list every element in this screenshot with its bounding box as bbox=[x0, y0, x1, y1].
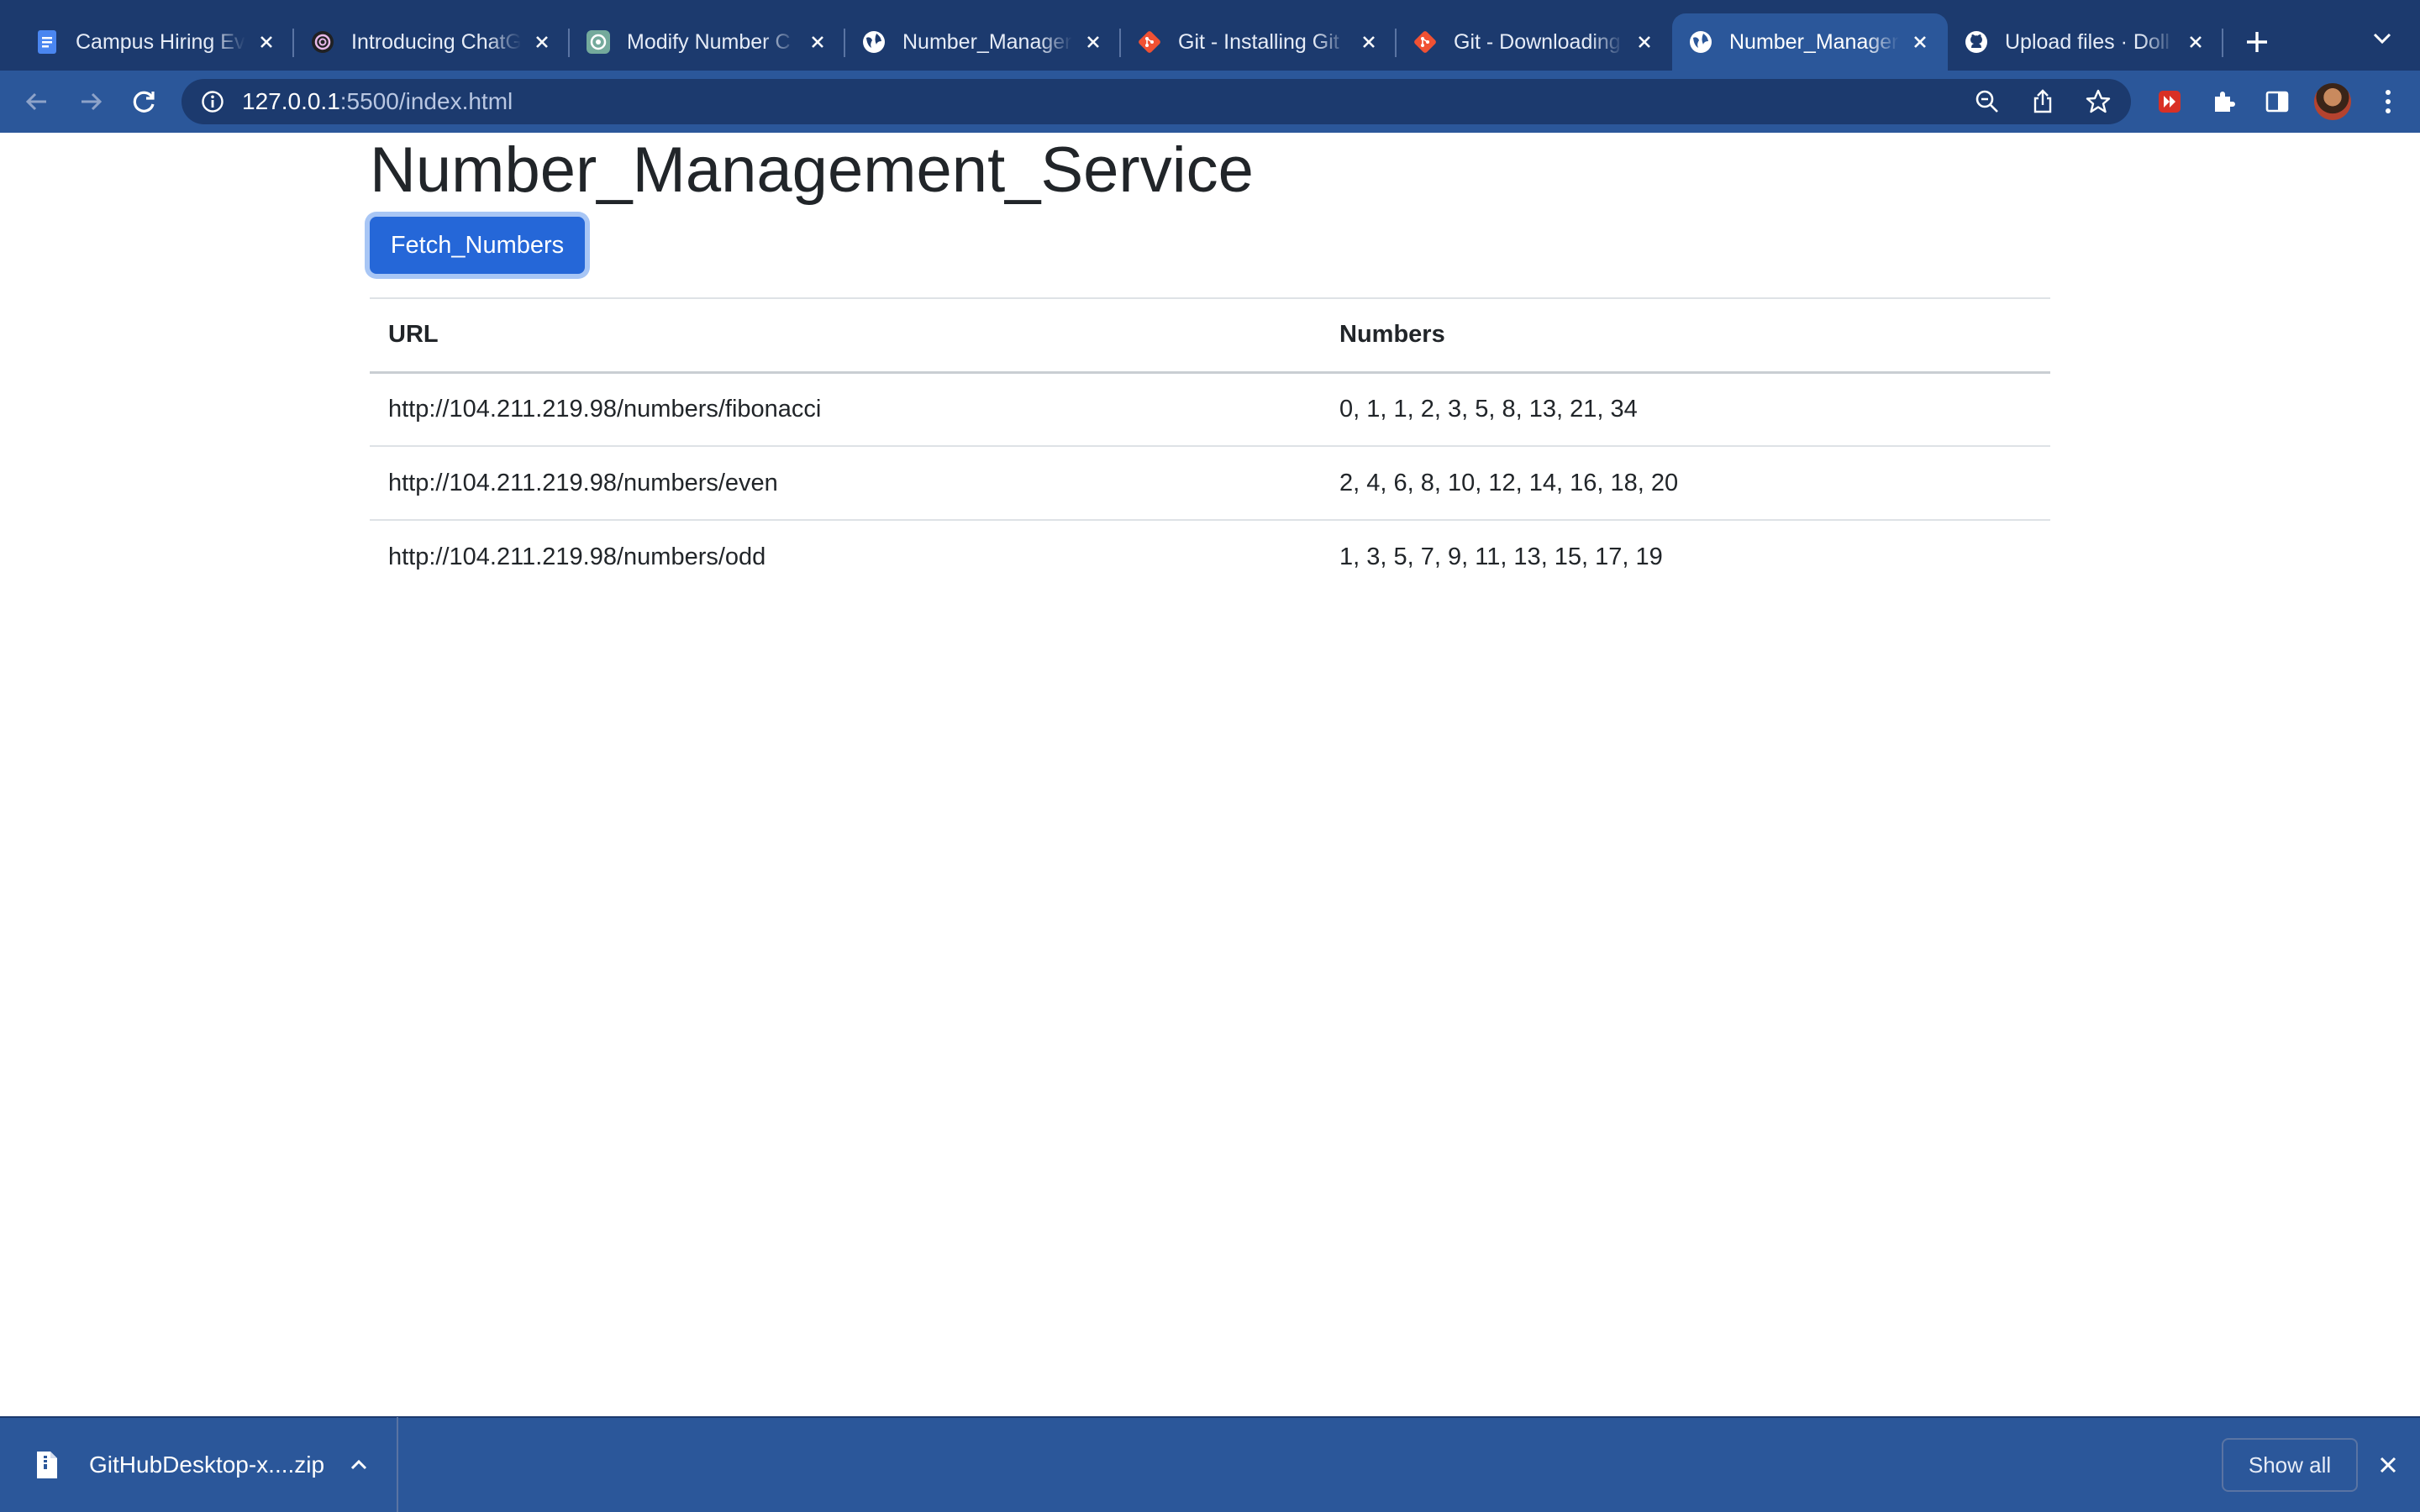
tab-title: Number_Manager bbox=[902, 29, 1072, 54]
tab-title: Campus Hiring Ev bbox=[76, 29, 245, 54]
tab-campus-hiring[interactable]: Campus Hiring Ev bbox=[18, 13, 294, 71]
close-tab-icon[interactable] bbox=[1632, 29, 1657, 55]
tab-upload-files[interactable]: Upload files · Doll bbox=[1948, 13, 2223, 71]
git-icon bbox=[1136, 29, 1163, 55]
close-tab-icon[interactable] bbox=[1907, 29, 1933, 55]
menu-kebab-icon[interactable] bbox=[2371, 85, 2405, 118]
share-icon[interactable] bbox=[2028, 87, 2057, 116]
github-icon bbox=[1963, 29, 1990, 55]
new-tab-button[interactable] bbox=[2232, 13, 2282, 71]
table-row: http://104.211.219.98/numbers/odd 1, 3, … bbox=[370, 519, 2050, 594]
row-numbers: 0, 1, 1, 2, 3, 5, 8, 13, 21, 34 bbox=[1321, 371, 2050, 446]
fetch-numbers-button[interactable]: Fetch_Numbers bbox=[370, 217, 585, 274]
openai-icon bbox=[309, 29, 336, 55]
numbers-table: URL Numbers http://104.211.219.98/number… bbox=[370, 297, 2050, 594]
side-panel-icon[interactable] bbox=[2260, 85, 2294, 118]
globe-icon bbox=[1687, 29, 1714, 55]
tab-introducing-chatgpt[interactable]: Introducing ChatG bbox=[294, 13, 570, 71]
table-row: http://104.211.219.98/numbers/fibonacci … bbox=[370, 371, 2050, 446]
close-tab-icon[interactable] bbox=[805, 29, 830, 55]
tab-strip: Campus Hiring Ev Introducing ChatG Modif… bbox=[0, 0, 2420, 71]
arrow-left-icon bbox=[25, 92, 46, 111]
tab-title: Introducing ChatG bbox=[351, 29, 521, 54]
info-icon[interactable] bbox=[200, 89, 225, 114]
browser-toolbar: 127.0.0.1:5500/index.html bbox=[0, 71, 2420, 133]
address-url[interactable]: 127.0.0.1:5500/index.html bbox=[242, 88, 513, 115]
address-bar[interactable]: 127.0.0.1:5500/index.html bbox=[182, 79, 2131, 124]
arrow-right-icon bbox=[82, 92, 103, 111]
download-shelf: GitHubDesktop-x....zip Show all bbox=[0, 1416, 2420, 1512]
tab-git-installing[interactable]: Git - Installing Git bbox=[1121, 13, 1397, 71]
tab-title: Modify Number C bbox=[627, 29, 791, 54]
table-row: http://104.211.219.98/numbers/even 2, 4,… bbox=[370, 445, 2050, 520]
plus-icon bbox=[2247, 32, 2267, 52]
forward-button[interactable] bbox=[72, 83, 109, 120]
close-tab-icon[interactable] bbox=[529, 29, 555, 55]
table-header-row: URL Numbers bbox=[370, 297, 2050, 374]
tab-number-manager-active[interactable]: Number_Manager bbox=[1672, 13, 1948, 71]
git-icon bbox=[1412, 29, 1439, 55]
tab-modify-number[interactable]: Modify Number C bbox=[570, 13, 845, 71]
toolbar-right bbox=[2153, 71, 2405, 133]
close-tab-icon[interactable] bbox=[1356, 29, 1381, 55]
column-header-numbers: Numbers bbox=[1321, 297, 2050, 374]
tab-number-manager-1[interactable]: Number_Manager bbox=[845, 13, 1121, 71]
page-viewport: Number_Management_Service Fetch_Numbers … bbox=[0, 133, 2420, 1416]
row-url: http://104.211.219.98/numbers/fibonacci bbox=[370, 371, 1321, 446]
download-item[interactable]: GitHubDesktop-x....zip bbox=[0, 1417, 398, 1512]
row-url: http://104.211.219.98/numbers/odd bbox=[370, 519, 1321, 594]
chevron-up-icon[interactable] bbox=[346, 1452, 371, 1478]
tab-title: Git - Installing Git bbox=[1178, 29, 1339, 54]
close-tab-icon[interactable] bbox=[2183, 29, 2208, 55]
tab-divider bbox=[2222, 29, 2223, 57]
close-tab-icon[interactable] bbox=[1081, 29, 1106, 55]
extension-icon[interactable] bbox=[2153, 85, 2186, 118]
puzzle-icon[interactable] bbox=[2207, 85, 2240, 118]
address-bar-actions bbox=[1973, 79, 2112, 124]
row-url: http://104.211.219.98/numbers/even bbox=[370, 445, 1321, 520]
row-numbers: 1, 3, 5, 7, 9, 11, 13, 15, 17, 19 bbox=[1321, 519, 2050, 594]
file-icon bbox=[34, 1448, 60, 1482]
tab-title: Upload files · Doll bbox=[2005, 29, 2170, 54]
close-tab-icon[interactable] bbox=[254, 29, 279, 55]
docs-icon bbox=[34, 29, 60, 55]
tab-git-downloading[interactable]: Git - Downloading bbox=[1397, 13, 1672, 71]
close-icon[interactable] bbox=[2373, 1450, 2403, 1480]
address-path: :5500/index.html bbox=[339, 88, 513, 114]
tab-search-button[interactable] bbox=[2370, 25, 2395, 50]
profile-avatar[interactable] bbox=[2314, 83, 2351, 120]
tab-title: Number_Manager bbox=[1729, 29, 1899, 54]
row-numbers: 2, 4, 6, 8, 10, 12, 14, 16, 18, 20 bbox=[1321, 445, 2050, 520]
tab-title: Git - Downloading bbox=[1454, 29, 1621, 54]
chatgpt-icon bbox=[585, 29, 612, 55]
bookmark-star-icon[interactable] bbox=[2084, 87, 2112, 116]
chevron-down-icon bbox=[2373, 33, 2391, 45]
reload-button[interactable] bbox=[126, 83, 163, 120]
zoom-icon[interactable] bbox=[1973, 87, 2002, 116]
globe-icon bbox=[860, 29, 887, 55]
address-host: 127.0.0.1 bbox=[242, 88, 340, 114]
download-file-name: GitHubDesktop-x....zip bbox=[89, 1452, 325, 1478]
column-header-url: URL bbox=[370, 297, 1321, 374]
back-button[interactable] bbox=[18, 83, 55, 120]
reload-icon bbox=[133, 91, 155, 113]
show-all-downloads-button[interactable]: Show all bbox=[2222, 1438, 2358, 1492]
page-title: Number_Management_Service bbox=[370, 134, 1254, 206]
